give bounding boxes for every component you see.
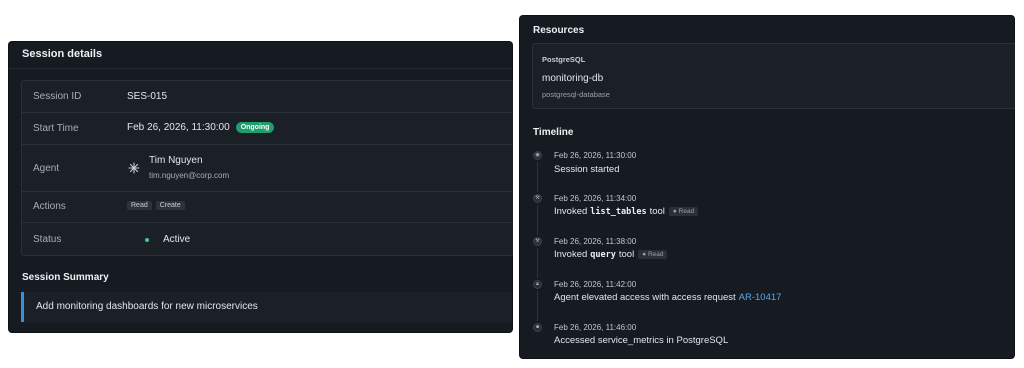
- resources-title: Resources: [533, 25, 585, 36]
- read-tag: ● Read: [638, 250, 668, 259]
- resource-name: monitoring-db: [542, 73, 604, 84]
- row-label: Status: [33, 234, 62, 245]
- lock-icon: 🔒︎: [533, 280, 542, 289]
- session-start-icon: ◉: [533, 151, 542, 160]
- row-label: Actions: [33, 201, 66, 212]
- read-tag-label: Read: [678, 208, 695, 215]
- start-time-text: Feb 26, 2026, 11:30:00: [127, 122, 230, 133]
- event-text: Invoked list_tables tool ● Read: [554, 206, 699, 217]
- agent-name: Tim Nguyen: [149, 155, 203, 166]
- timeline-title: Timeline: [533, 127, 574, 138]
- start-time-value: Feb 26, 2026, 11:30:00 Ongoing: [127, 122, 275, 133]
- ongoing-badge: Ongoing: [235, 122, 275, 133]
- event-prefix: Invoked: [554, 206, 588, 217]
- session-summary-title: Session Summary: [22, 272, 109, 283]
- row-label: Start Time: [33, 123, 79, 134]
- session-details-title: Session details: [22, 48, 103, 60]
- status-dot-icon: [145, 237, 149, 242]
- row-status: Status Active: [22, 223, 513, 257]
- wrench-icon: ⚒: [533, 194, 542, 203]
- event-time: Feb 26, 2026, 11:46:00: [554, 323, 637, 332]
- timeline-connector: [537, 291, 538, 321]
- divider: [9, 68, 512, 69]
- access-request-link[interactable]: AR-10417: [739, 292, 782, 303]
- event-description: Agent elevated access with access reques…: [554, 292, 736, 303]
- event-time: Feb 26, 2026, 11:42:00: [554, 280, 637, 289]
- agent-email: tim.nguyen@corp.com: [149, 171, 230, 180]
- read-tag: ● Read: [668, 207, 699, 216]
- timeline-connector: [537, 205, 538, 235]
- agent-avatar-icon: [128, 161, 140, 179]
- row-label: Agent: [33, 163, 60, 174]
- event-tool-name: query: [590, 249, 616, 260]
- database-icon: ■: [533, 323, 542, 332]
- row-start-time: Start Time Feb 26, 2026, 11:30:00 Ongoin…: [22, 113, 513, 145]
- event-suffix: tool: [618, 249, 635, 260]
- session-id-value: SES-015: [127, 91, 168, 102]
- event-text: Agent elevated access with access reques…: [554, 292, 781, 303]
- event-time: Feb 26, 2026, 11:34:00: [554, 194, 637, 203]
- resource-card[interactable]: PostgreSQL monitoring-db postgresql-data…: [532, 43, 1015, 109]
- event-suffix: tool: [649, 206, 665, 217]
- row-session-id: Session ID SES-015: [22, 81, 513, 113]
- row-label: Session ID: [33, 91, 82, 102]
- session-summary-box: Add monitoring dashboards for new micros…: [21, 292, 512, 322]
- timeline-connector: [537, 248, 538, 278]
- action-tag-read: Read: [127, 201, 152, 210]
- status-text: Active: [163, 234, 191, 245]
- event-time: Feb 26, 2026, 11:30:00: [554, 151, 637, 160]
- event-tool-name: list_tables: [590, 206, 647, 217]
- actions-tags: Read Create: [127, 201, 189, 210]
- resource-kind: postgresql-database: [542, 90, 610, 99]
- resources-timeline-panel: Resources PostgreSQL monitoring-db postg…: [520, 16, 1015, 358]
- event-text: Session started: [554, 164, 620, 175]
- action-tag-create: Create: [155, 201, 185, 210]
- event-text: Accessed service_metrics in PostgreSQL: [554, 335, 729, 346]
- event-text: Invoked query tool ● Read: [554, 249, 668, 260]
- status-value: Active: [139, 234, 190, 245]
- wrench-icon: ⚒: [533, 237, 542, 246]
- row-actions: Actions Read Create: [22, 192, 513, 223]
- timeline-connector: [537, 162, 538, 192]
- event-prefix: Invoked: [554, 249, 588, 260]
- session-details-panel: Session details Session ID SES-015 Start…: [9, 42, 513, 332]
- resource-type: PostgreSQL: [542, 55, 586, 64]
- event-time: Feb 26, 2026, 11:38:00: [554, 237, 637, 246]
- row-agent: Agent Tim Nguyen tim.nguyen@corp.com: [22, 145, 513, 192]
- read-tag-label: Read: [647, 251, 664, 258]
- session-summary-text: Add monitoring dashboards for new micros…: [36, 301, 258, 312]
- session-details-table: Session ID SES-015 Start Time Feb 26, 20…: [21, 80, 513, 256]
